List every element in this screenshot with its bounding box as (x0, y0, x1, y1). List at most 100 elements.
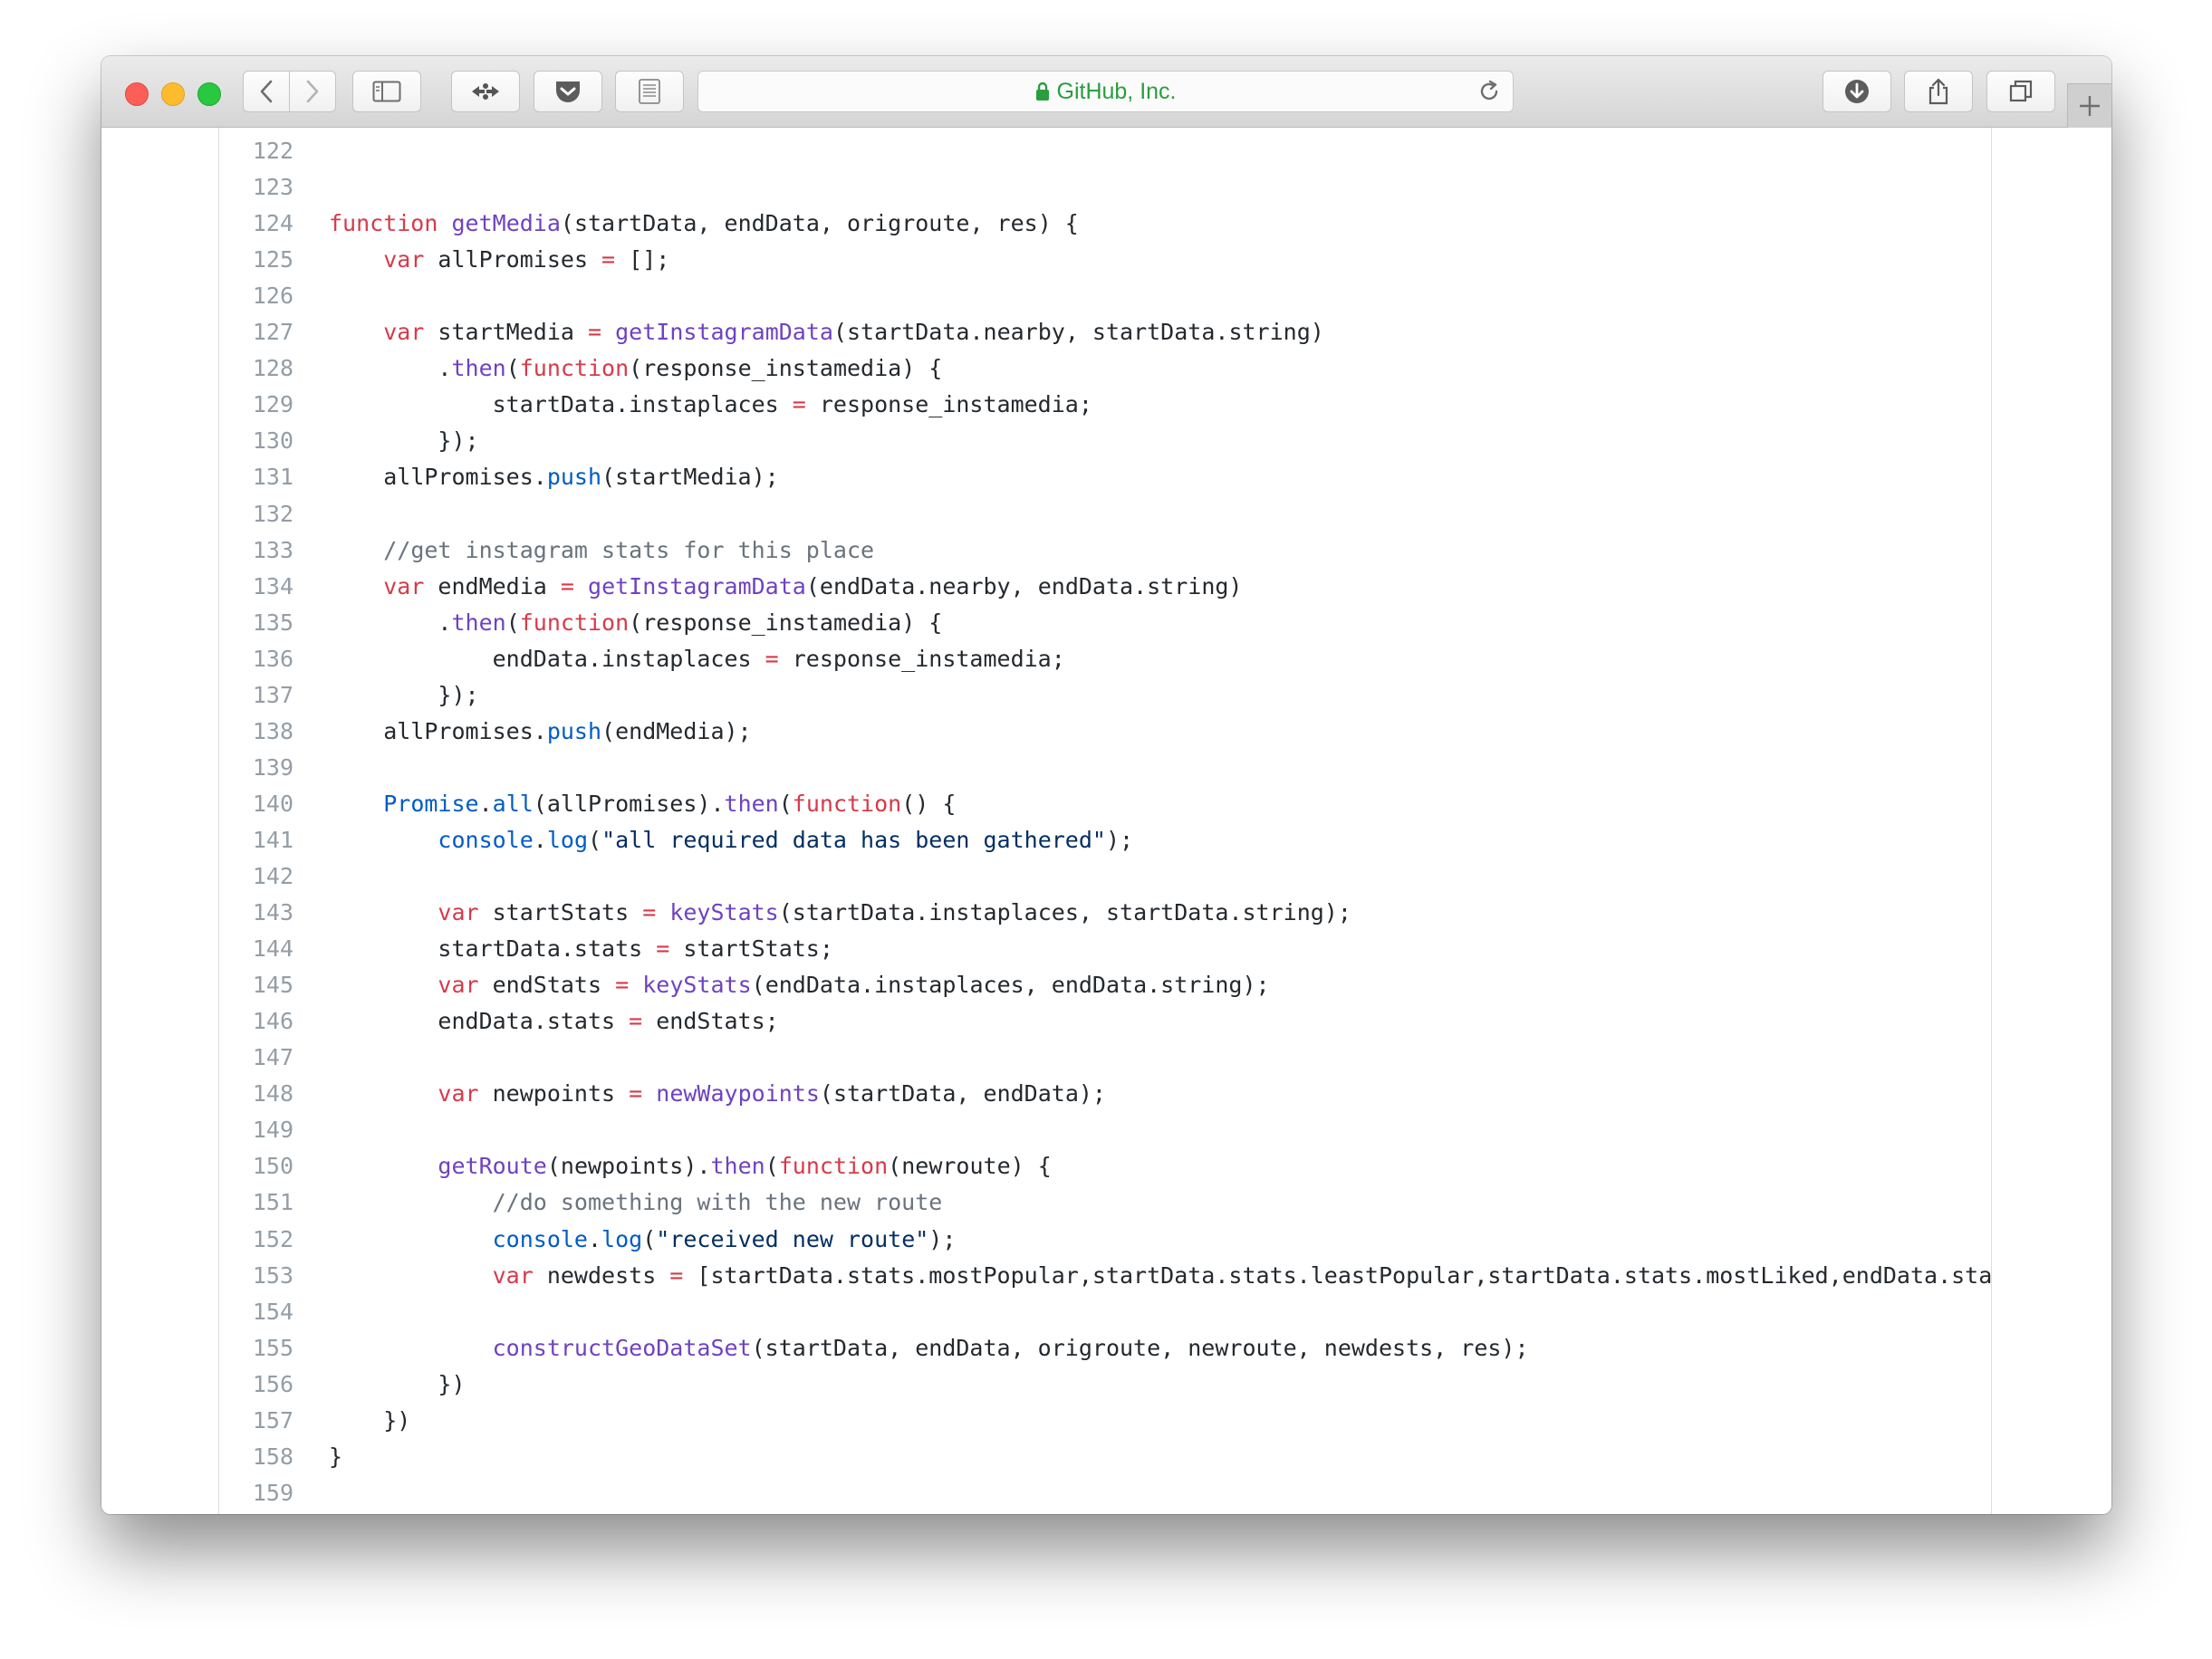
pocket-button[interactable] (534, 71, 602, 112)
line-number[interactable]: 149 (219, 1112, 293, 1148)
extension-button[interactable] (451, 71, 520, 112)
code-token: ); (1105, 826, 1134, 853)
line-number[interactable]: 156 (219, 1367, 293, 1403)
line-number[interactable]: 141 (219, 822, 293, 858)
line-number[interactable]: 151 (219, 1184, 293, 1221)
new-tab-button[interactable] (2067, 83, 2111, 128)
lock-icon (1035, 82, 1049, 101)
line-number[interactable]: 145 (219, 967, 293, 1003)
line-number[interactable]: 144 (219, 931, 293, 967)
code-token: (response_instamedia) { (629, 355, 943, 382)
browser-window: GitHub, Inc. 122 123 124 function getMedia(… (101, 56, 2111, 1514)
code-token: ( (765, 1153, 779, 1180)
code-token: (allPromises). (533, 790, 725, 817)
code-line: 132 (219, 496, 1991, 532)
line-number[interactable]: 140 (219, 786, 293, 822)
line-number[interactable]: 133 (219, 532, 293, 569)
line-number[interactable]: 135 (219, 605, 293, 641)
code-text: allPromises.push(startMedia); (329, 459, 779, 495)
code-token: response_instamedia; (805, 391, 1092, 418)
code-text: }); (329, 677, 478, 714)
code-token: console (438, 826, 534, 853)
code-token: newWaypoints (656, 1080, 820, 1108)
line-number[interactable]: 148 (219, 1076, 293, 1112)
reader-button[interactable] (615, 71, 684, 112)
code-token: getInstagramData (588, 572, 806, 599)
code-token: constructGeoDataSet (492, 1334, 752, 1361)
line-number[interactable]: 123 (219, 169, 293, 206)
code-line: 158} (219, 1439, 1991, 1475)
line-number[interactable]: 159 (219, 1475, 293, 1511)
line-number[interactable]: 152 (219, 1222, 293, 1258)
code-token: () { (901, 790, 957, 817)
line-number[interactable]: 155 (219, 1330, 293, 1367)
line-number[interactable]: 147 (219, 1040, 293, 1076)
back-button[interactable] (243, 71, 290, 112)
line-number[interactable]: 128 (219, 350, 293, 387)
close-window-button[interactable] (125, 82, 149, 106)
line-number[interactable]: 122 (219, 133, 293, 169)
reload-icon[interactable] (1476, 79, 1502, 104)
code-token: = (642, 899, 657, 926)
code-token: . (478, 790, 493, 817)
sidebar-icon (372, 81, 401, 102)
line-number[interactable]: 124 (219, 206, 293, 242)
line-number[interactable]: 143 (219, 895, 293, 931)
line-number[interactable]: 154 (219, 1294, 293, 1330)
line-number[interactable]: 146 (219, 1003, 293, 1040)
code-token: function (519, 609, 630, 636)
code-token: (newroute) { (888, 1153, 1052, 1180)
code-token: startStats (478, 899, 643, 926)
code-token: }) (329, 1370, 466, 1397)
forward-button[interactable] (289, 71, 336, 112)
line-number[interactable]: 150 (219, 1148, 293, 1184)
code-line: 150 getRoute(newpoints).then(function(ne… (219, 1148, 1991, 1184)
code-token: var (383, 246, 425, 273)
code-token: = (656, 935, 670, 963)
code-text: } (329, 1439, 342, 1475)
line-number[interactable]: 129 (219, 387, 293, 423)
code-token: endMedia (424, 572, 561, 599)
line-number[interactable]: 132 (219, 496, 293, 532)
code-token: = (765, 645, 779, 672)
line-number[interactable]: 126 (219, 278, 293, 314)
line-number[interactable]: 157 (219, 1403, 293, 1439)
code-text: var startStats = keyStats(startData.inst… (329, 895, 1351, 931)
line-number[interactable]: 130 (219, 423, 293, 459)
code-token: }); (329, 427, 479, 455)
maximize-window-button[interactable] (197, 82, 221, 106)
line-number[interactable]: 136 (219, 641, 293, 677)
code-line: 147 (219, 1040, 1991, 1076)
minimize-window-button[interactable] (161, 82, 185, 106)
code-line: 122 (219, 133, 1991, 169)
line-number[interactable]: 153 (219, 1258, 293, 1294)
code-text: console.log("all required data has been … (329, 822, 1133, 858)
line-number[interactable]: 137 (219, 677, 293, 714)
line-number[interactable]: 125 (219, 242, 293, 278)
code-token: (startData.nearby, startData.string) (832, 319, 1324, 346)
line-number[interactable]: 134 (219, 569, 293, 605)
line-number[interactable]: 142 (219, 858, 293, 895)
line-number[interactable]: 138 (219, 714, 293, 750)
code-token: allPromises. (329, 717, 547, 744)
code-text: }); (329, 423, 479, 459)
line-number[interactable]: 131 (219, 459, 293, 495)
line-number[interactable]: 158 (219, 1439, 293, 1475)
line-number[interactable]: 139 (219, 750, 293, 786)
code-line: 139 (219, 750, 1991, 786)
code-token: = (615, 972, 630, 999)
line-number[interactable]: 127 (219, 314, 293, 350)
code-token: (newpoints). (546, 1153, 711, 1180)
downloads-button[interactable] (1822, 71, 1891, 112)
tabs-overview-button[interactable] (1986, 71, 2055, 112)
address-bar[interactable]: GitHub, Inc. (697, 71, 1514, 112)
code-line: 131 allPromises.push(startMedia); (219, 459, 1991, 495)
share-button[interactable] (1904, 71, 1973, 112)
sidebar-button[interactable] (352, 71, 421, 112)
